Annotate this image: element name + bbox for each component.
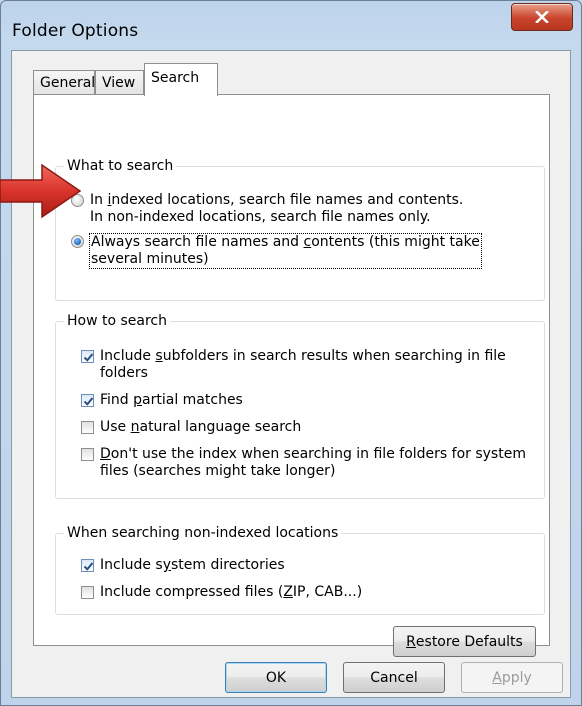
- checkbox-row-system-dirs[interactable]: Include system directories: [81, 557, 285, 574]
- tab-general[interactable]: General: [33, 70, 95, 95]
- what-to-search-group: What to search In indexed locations, sea…: [55, 156, 545, 301]
- group-title-non-indexed: When searching non-indexed locations: [64, 523, 342, 543]
- red-arrow-icon: [0, 163, 82, 219]
- checkbox-label-system-dirs: Include system directories: [100, 557, 285, 573]
- radio-label-always: Always search file names and contents (t…: [89, 233, 482, 269]
- checkbox-row-partial[interactable]: Find partial matches: [81, 392, 243, 409]
- checkbox-row-compressed[interactable]: Include compressed files (ZIP, CAB...): [81, 584, 362, 601]
- checkbox-label-compressed: Include compressed files (ZIP, CAB...): [100, 584, 363, 600]
- search-tab-panel: What to search In indexed locations, sea…: [33, 94, 550, 657]
- radio-always-search[interactable]: [71, 235, 84, 248]
- ok-button[interactable]: OK: [225, 662, 327, 693]
- checkbox-include-compressed-files[interactable]: [81, 586, 94, 599]
- checkmark-icon: [83, 353, 94, 362]
- radio-row-indexed[interactable]: In indexed locations, search file names …: [71, 192, 463, 226]
- window-title: Folder Options: [12, 21, 139, 41]
- checkmark-icon: [83, 397, 94, 406]
- dialog-client-area: General View Search What to search In in…: [11, 50, 571, 698]
- group-title-how-to-search: How to search: [64, 311, 171, 331]
- checkbox-include-subfolders[interactable]: [81, 350, 94, 363]
- checkbox-label-natural: Use natural language search: [100, 419, 302, 435]
- checkbox-label-partial: Find partial matches: [100, 392, 243, 408]
- folder-options-window: Folder Options General View Search What …: [0, 0, 582, 706]
- cancel-button[interactable]: Cancel: [343, 662, 445, 693]
- close-button[interactable]: [511, 3, 573, 31]
- checkbox-row-natural[interactable]: Use natural language search: [81, 419, 301, 436]
- how-to-search-group: How to search Include subfolders in sear…: [55, 311, 545, 499]
- checkmark-icon: [83, 562, 94, 571]
- checkbox-find-partial-matches[interactable]: [81, 394, 94, 407]
- close-icon: [535, 11, 549, 23]
- checkbox-label-dont-use-index: Don't use the index when searching in fi…: [100, 446, 526, 479]
- tab-view[interactable]: View: [95, 70, 144, 95]
- restore-defaults-button[interactable]: Restore Defaults: [393, 626, 536, 657]
- checkbox-natural-language[interactable]: [81, 421, 94, 434]
- non-indexed-group: When searching non-indexed locations Inc…: [55, 523, 545, 615]
- checkbox-row-subfolders[interactable]: Include subfolders in search results whe…: [81, 348, 506, 382]
- apply-button[interactable]: Apply: [461, 662, 563, 693]
- radio-label-indexed: In indexed locations, search file names …: [90, 192, 464, 225]
- checkbox-include-system-directories[interactable]: [81, 559, 94, 572]
- checkbox-row-dont-use-index[interactable]: Don't use the index when searching in fi…: [81, 446, 526, 480]
- radio-row-always[interactable]: Always search file names and contents (t…: [71, 233, 482, 269]
- checkbox-label-subfolders: Include subfolders in search results whe…: [100, 348, 506, 381]
- tab-search[interactable]: Search: [144, 63, 218, 96]
- checkbox-dont-use-index[interactable]: [81, 448, 94, 461]
